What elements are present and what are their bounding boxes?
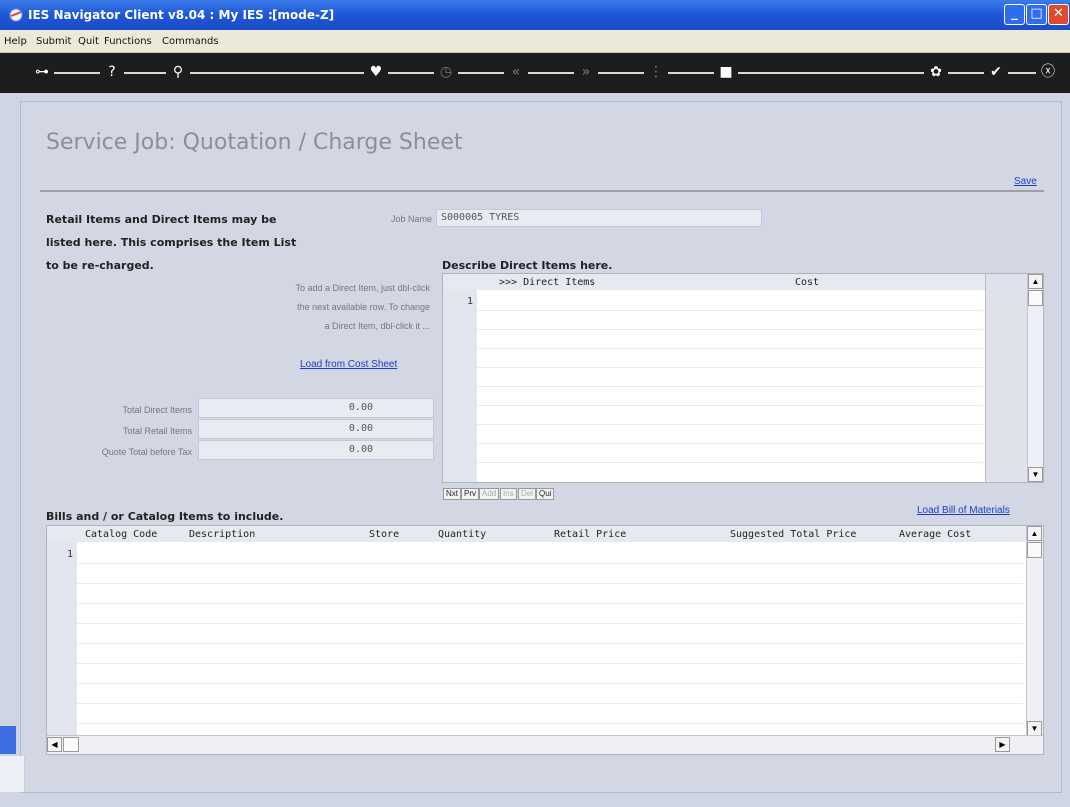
scroll-right-icon[interactable]: ▶ xyxy=(995,737,1010,752)
col-store: Store xyxy=(369,529,400,540)
quit-grid-button[interactable]: Qui xyxy=(536,488,555,500)
background-window-edge-lower xyxy=(0,756,25,792)
window-mode: [mode-Z] xyxy=(272,8,335,22)
direct-items-grid[interactable]: >>> Direct Items Cost 1 ▲ ▼ xyxy=(442,273,1044,483)
catalog-row-number: 1 xyxy=(67,549,74,560)
catalog-heading: Bills and / or Catalog Items to include. xyxy=(46,510,284,523)
col-direct-items: >>> Direct Items xyxy=(499,277,596,288)
scroll-up-icon[interactable]: ▲ xyxy=(1028,274,1043,289)
next-button[interactable]: Nxt xyxy=(443,488,461,500)
scroll-thumb[interactable] xyxy=(1027,542,1042,558)
load-bill-of-materials-link[interactable]: Load Bill of Materials xyxy=(917,505,1010,516)
scroll-left-icon[interactable]: ◀ xyxy=(47,737,62,752)
quote-total-value: 0.00 xyxy=(198,440,434,460)
key-icon[interactable]: ⊶ xyxy=(30,62,54,82)
scroll-down-icon[interactable]: ▼ xyxy=(1027,721,1042,736)
load-from-cost-sheet-link[interactable]: Load from Cost Sheet xyxy=(300,359,397,370)
menu-help[interactable]: Help xyxy=(4,36,27,47)
delete-button[interactable]: Del xyxy=(518,488,537,500)
settings-icon[interactable]: ✿ xyxy=(924,62,948,82)
insert-button[interactable]: Ins xyxy=(500,488,517,500)
direct-row-number: 1 xyxy=(467,296,474,307)
title-divider xyxy=(40,190,1044,192)
background-window-edge xyxy=(0,726,16,754)
clock-icon[interactable]: ◷ xyxy=(434,62,458,82)
scroll-up-icon[interactable]: ▲ xyxy=(1027,526,1042,541)
menu-quit[interactable]: Quit xyxy=(78,36,99,47)
col-retail-price: Retail Price xyxy=(554,529,627,540)
total-direct-items-value: 0.00 xyxy=(198,398,434,418)
direct-items-scrollbar[interactable]: ▲ ▼ xyxy=(1027,274,1043,482)
scroll-thumb-horizontal[interactable] xyxy=(63,737,79,752)
search-icon[interactable]: ⚲ xyxy=(166,62,190,82)
total-direct-items-label: Total Direct Items xyxy=(122,405,192,415)
col-suggested-total-price: Suggested Total Price xyxy=(730,529,857,540)
col-catalog-code: Catalog Code xyxy=(85,529,158,540)
scroll-thumb[interactable] xyxy=(1028,290,1043,306)
add-button[interactable]: Add xyxy=(479,488,500,500)
grid-row-gutter xyxy=(47,526,77,754)
col-cost: Cost xyxy=(795,277,820,288)
close-window-button[interactable]: ✕ xyxy=(1048,4,1069,25)
catalog-vertical-scrollbar[interactable]: ▲ ▼ xyxy=(1026,526,1043,736)
quote-total-label: Quote Total before Tax xyxy=(101,447,192,457)
job-name-label: Job Name xyxy=(390,214,432,224)
menu-functions[interactable]: Functions xyxy=(104,36,152,47)
total-retail-items-label: Total Retail Items xyxy=(122,426,192,436)
intro-line-2: listed here. This comprises the Item Lis… xyxy=(46,236,297,249)
menu-commands[interactable]: Commands xyxy=(162,36,219,47)
col-average-cost: Average Cost xyxy=(899,529,972,540)
catalog-items-grid[interactable]: Catalog Code Description Store Quantity … xyxy=(46,525,1044,755)
close-icon[interactable]: ⓧ xyxy=(1036,62,1060,82)
page-title: Service Job: Quotation / Charge Sheet xyxy=(46,130,463,155)
previous-button[interactable]: Prv xyxy=(461,488,479,500)
minimize-button[interactable]: _ xyxy=(1004,4,1025,25)
intro-line-3: to be re-charged. xyxy=(46,259,154,272)
menu-submit[interactable]: Submit xyxy=(36,36,71,47)
check-icon[interactable]: ✔ xyxy=(984,62,1008,82)
direct-items-heading: Describe Direct Items here. xyxy=(442,259,613,272)
menu-bar: Help Submit Quit Functions Commands xyxy=(0,30,1070,53)
scroll-down-icon[interactable]: ▼ xyxy=(1028,467,1043,482)
catalog-horizontal-scrollbar[interactable]: ◀ ▶ xyxy=(47,735,1043,754)
save-link[interactable]: Save xyxy=(1014,176,1037,187)
intro-line-1: Retail Items and Direct Items may be xyxy=(46,213,277,226)
job-name-field[interactable]: S000005 TYRES xyxy=(436,209,762,227)
rewind-icon[interactable]: « xyxy=(504,62,528,82)
col-quantity: Quantity xyxy=(438,529,487,540)
stop-icon[interactable]: ■ xyxy=(714,62,738,82)
col-description: Description xyxy=(189,529,256,540)
total-retail-items-value: 0.00 xyxy=(198,419,434,439)
help-icon[interactable]: ? xyxy=(100,62,124,82)
direct-hint-3: a Direct Item, dbl-click it ... xyxy=(324,321,430,331)
list-icon[interactable]: ⋮ xyxy=(644,62,668,82)
forward-icon[interactable]: » xyxy=(574,62,598,82)
maximize-button[interactable]: □ xyxy=(1026,4,1047,25)
direct-items-header: >>> Direct Items Cost xyxy=(443,274,1043,290)
heart-icon[interactable]: ♥ xyxy=(364,62,388,82)
direct-hint-1: To add a Direct Item, just dbl-click xyxy=(295,283,430,293)
window-title: IES Navigator Client v8.04 : My IES : xyxy=(28,8,273,22)
direct-hint-2: the next available row. To change xyxy=(297,302,430,312)
catalog-items-header: Catalog Code Description Store Quantity … xyxy=(47,526,1043,542)
app-icon xyxy=(9,8,23,22)
